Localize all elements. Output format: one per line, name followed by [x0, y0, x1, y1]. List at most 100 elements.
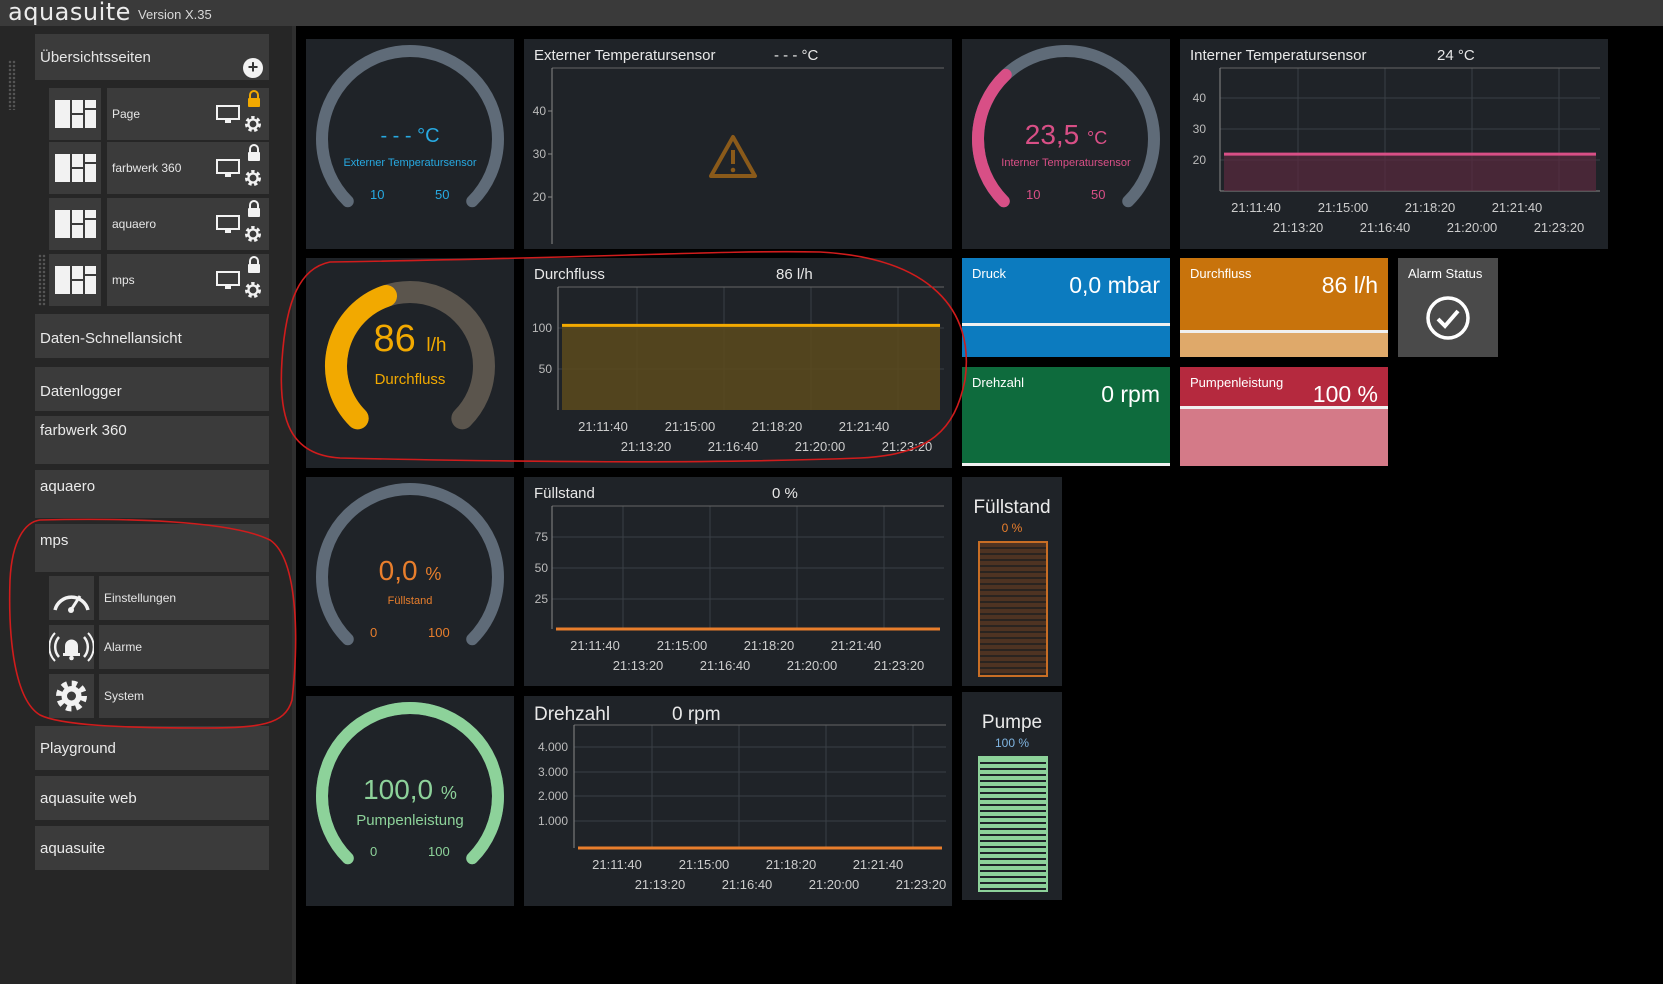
stat-alarm-status[interactable]: Alarm Status — [1398, 258, 1498, 357]
lock-icon[interactable] — [246, 256, 262, 274]
level-fill — [980, 758, 1046, 890]
pump-gauge-tile[interactable]: 100,0 % Pumpenleistung 0 100 — [306, 696, 514, 906]
flow-gauge-arc — [325, 281, 495, 430]
gauge-unit: °C — [417, 125, 440, 147]
ext-temp-gauge-tile[interactable]: - - - °C Externer Temperatursensor 10 50 — [306, 39, 514, 249]
stat-durchfluss[interactable]: Durchfluss 86 l/h — [1180, 258, 1388, 357]
page-row-mps[interactable]: mps — [49, 254, 269, 306]
settings-gear-icon[interactable] — [243, 168, 263, 188]
drag-grip-icon[interactable] — [38, 254, 46, 306]
x-tick-label: 21:15:00 — [1318, 200, 1369, 215]
monitor-icon[interactable] — [216, 215, 240, 235]
gauge-unit: % — [425, 564, 442, 584]
y-tick-label: 1.000 — [538, 814, 568, 828]
pump-level-tile[interactable]: Pumpe 100 % — [962, 692, 1062, 900]
x-tick-label: 21:16:40 — [722, 877, 773, 892]
nav-aquaero[interactable]: aquaero — [35, 470, 269, 518]
x-tick-label: 21:18:20 — [744, 638, 795, 653]
x-tick-label: 21:23:20 — [874, 658, 925, 673]
fill-level-tile[interactable]: Füllstand 0 % — [962, 477, 1062, 686]
nav-daten-schnellansicht[interactable]: Daten-Schnellansicht — [35, 314, 269, 358]
y-tick-label: 100 — [532, 321, 552, 335]
x-tick-label: 21:16:40 — [700, 658, 751, 673]
overview-pages-header[interactable]: Übersichtsseiten + — [35, 34, 269, 80]
level-bar — [978, 756, 1048, 892]
lock-icon[interactable] — [246, 144, 262, 162]
y-tick-label: 50 — [539, 362, 553, 376]
gauge-number: 0,0 — [378, 555, 418, 586]
sub-item-label: Einstellungen — [99, 576, 269, 620]
y-tick-label: 20 — [533, 190, 547, 204]
y-tick-label: 20 — [1193, 153, 1207, 167]
nav-aquasuite-web[interactable]: aquasuite web — [35, 776, 269, 820]
gauge-label: Pumpenleistung — [356, 812, 464, 829]
stat-label: Druck — [972, 266, 1006, 281]
fill-gauge-tile[interactable]: 0,0 % Füllstand 0 100 — [306, 477, 514, 686]
x-tick-label: 21:13:20 — [613, 658, 664, 673]
settings-gear-icon[interactable] — [243, 114, 263, 134]
x-tick-label: 21:20:00 — [809, 877, 860, 892]
level-value: 0 % — [1001, 521, 1023, 535]
int-temp-gauge-tile[interactable]: 23,5 °C Interner Temperatursensor 10 50 — [962, 39, 1170, 249]
level-bar — [978, 541, 1048, 677]
x-tick-label: 21:23:20 — [1534, 220, 1585, 235]
settings-gear-icon[interactable] — [243, 224, 263, 244]
lock-icon[interactable] — [246, 200, 262, 218]
mps-sub-alarme[interactable]: Alarme — [48, 625, 269, 669]
stat-label: Drehzahl — [972, 375, 1025, 390]
page-row-page[interactable]: Page — [49, 88, 269, 140]
int-temp-chart-tile[interactable]: Interner Temperatursensor 24 °C 40 30 20… — [1180, 39, 1608, 249]
flow-gauge-tile[interactable]: 86 l/h Durchfluss — [306, 258, 514, 468]
gauge-unit: °C — [1087, 128, 1108, 148]
stat-label: Alarm Status — [1408, 266, 1483, 281]
nav-datenlogger[interactable]: Datenlogger — [35, 367, 269, 411]
title-bar: aquasuite Version X.35 — [0, 0, 1663, 26]
stat-drehzahl[interactable]: Drehzahl 0 rpm — [962, 367, 1170, 466]
layout-icon — [49, 198, 101, 250]
stat-pumpenleistung[interactable]: Pumpenleistung 100 % — [1180, 367, 1388, 466]
nav-mps[interactable]: mps — [35, 524, 269, 572]
mps-sub-system[interactable]: System — [49, 674, 269, 718]
fill-chart-tile[interactable]: Füllstand 0 % 75 50 25 21:11:40 21:15:00… — [524, 477, 952, 686]
stat-value: 0,0 mbar — [1069, 272, 1160, 298]
rpm-chart-plot: 4.000 3.000 2.000 1.000 21:11:40 21:15:0… — [538, 724, 946, 892]
mps-sub-einstellungen[interactable]: Einstellungen — [49, 576, 269, 620]
stat-bar — [962, 463, 1170, 466]
lock-icon[interactable] — [246, 90, 262, 108]
stat-druck[interactable]: Druck 0,0 mbar — [962, 258, 1170, 357]
monitor-icon[interactable] — [216, 159, 240, 179]
x-tick-label: 21:13:20 — [621, 439, 672, 454]
monitor-icon[interactable] — [216, 105, 240, 125]
monitor-icon[interactable] — [216, 271, 240, 291]
add-page-button[interactable]: + — [243, 58, 263, 78]
series-area — [1224, 154, 1596, 191]
gauge-label: Füllstand — [387, 595, 433, 607]
flow-chart-tile[interactable]: Durchfluss 86 l/h 100 50 21:11:40 21:15:… — [524, 258, 952, 468]
page-row-aquaero[interactable]: aquaero — [49, 198, 269, 250]
nav-farbwerk-360[interactable]: farbwerk 360 — [35, 416, 269, 464]
rpm-chart-tile[interactable]: Drehzahl 0 rpm 4.000 3.000 2.000 1.000 2… — [524, 696, 952, 906]
drag-grip-icon[interactable] — [8, 60, 16, 110]
page-row-farbwerk[interactable]: farbwerk 360 — [49, 142, 269, 194]
sub-item-label: System — [99, 674, 269, 718]
x-tick-label: 21:21:40 — [839, 419, 890, 434]
y-tick-label: 2.000 — [538, 789, 568, 803]
gauge-max: 50 — [435, 187, 450, 202]
ext-temp-chart-tile[interactable]: Externer Temperatursensor - - - °C 40 30… — [524, 39, 952, 249]
x-tick-label: 21:15:00 — [657, 638, 708, 653]
nav-playground[interactable]: Playground — [35, 726, 269, 770]
layout-icon — [49, 88, 101, 140]
x-tick-label: 21:18:20 — [766, 857, 817, 872]
warning-triangle-icon — [709, 135, 757, 178]
gauge-label: Interner Temperatursensor — [1001, 157, 1131, 169]
x-tick-label: 21:23:20 — [882, 439, 933, 454]
alarm-bell-icon — [48, 625, 95, 669]
fill-chart-plot: 75 50 25 21:11:40 21:15:00 21:18:20 21:2… — [535, 505, 944, 673]
sidebar-resize-handle[interactable] — [292, 26, 296, 984]
nav-aquasuite[interactable]: aquasuite — [35, 826, 269, 870]
gauge-number: - - - — [380, 125, 412, 147]
stat-bar — [962, 323, 1170, 326]
grid — [574, 725, 946, 848]
settings-gear-icon[interactable] — [243, 280, 263, 300]
gauge-unit: l/h — [426, 335, 447, 356]
